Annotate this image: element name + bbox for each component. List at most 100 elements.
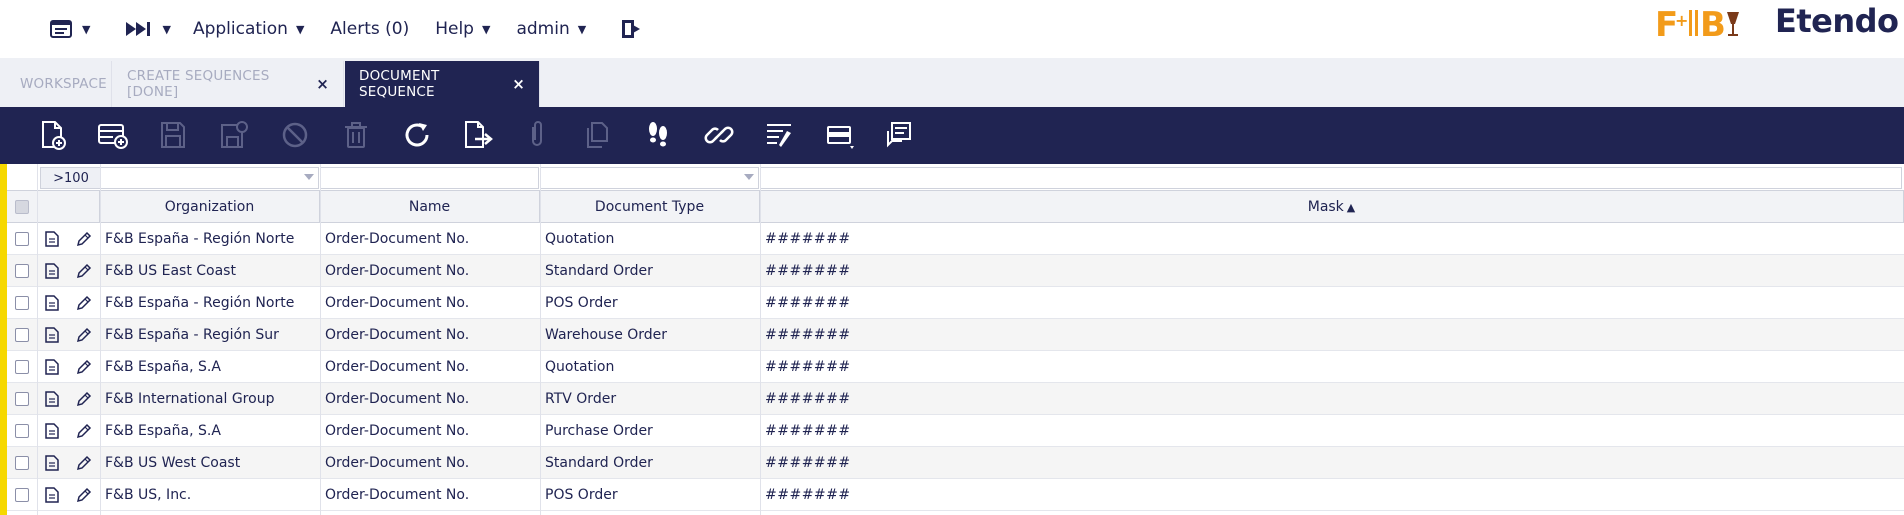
user-menu[interactable]: admin ▼ [516, 0, 586, 58]
link-button[interactable] [701, 117, 737, 153]
export-button[interactable] [459, 117, 495, 153]
column-divider [760, 164, 761, 515]
record-selection-stripe [0, 164, 7, 515]
grid-view-button[interactable] [822, 117, 858, 153]
attachment-button[interactable] [519, 117, 555, 153]
row-checkbox[interactable] [15, 232, 29, 246]
quick-launch-button[interactable]: ▼ [124, 0, 171, 58]
delete-button[interactable] [338, 117, 374, 153]
table-row[interactable]: F&B España, S.A Order-Document No. Quotati… [7, 351, 1904, 383]
tab-workspace[interactable]: WORKSPACE [6, 61, 112, 107]
save-close-button[interactable] [216, 117, 252, 153]
tab-document-sequence[interactable]: DOCUMENT SEQUENCE × [345, 61, 540, 107]
tab-label: CREATE SEQUENCES [DONE] [127, 68, 270, 100]
audit-trail-button[interactable] [640, 117, 676, 153]
cell-name: Order-Document No. [325, 295, 470, 311]
column-divider [100, 164, 101, 515]
column-header-mask[interactable]: Mask ▲ [760, 191, 1904, 223]
refresh-button[interactable] [399, 117, 435, 153]
table-row[interactable]: F&B España - Región Sur Order-Document No… [7, 319, 1904, 351]
document-sequence-grid: >100 Organization Name Document Type Mas… [7, 164, 1904, 515]
edit-row-icon[interactable] [76, 327, 92, 347]
column-header-organization[interactable]: Organization [100, 191, 320, 223]
chevron-down-icon: ▼ [295, 22, 305, 36]
table-row[interactable]: F&B US West Coast Order-Document No. Stand… [7, 447, 1904, 479]
organization-filter[interactable] [100, 167, 319, 189]
document-type-filter[interactable] [540, 167, 759, 189]
cell-organization: F&B US East Coast [105, 263, 236, 279]
fb-logo: F + B [1655, 4, 1745, 44]
cell-organization: F&B España - Región Sur [105, 327, 279, 343]
open-form-icon[interactable] [45, 231, 59, 251]
row-checkbox[interactable] [15, 296, 29, 310]
notes-icon [887, 122, 911, 148]
chevron-down-icon[interactable] [744, 174, 754, 180]
logout-button[interactable] [620, 0, 642, 58]
column-divider [37, 164, 38, 515]
filter-columns-button[interactable] [761, 117, 797, 153]
refresh-icon [405, 123, 429, 147]
edit-row-icon[interactable] [76, 423, 92, 443]
cell-name: Order-Document No. [325, 487, 470, 503]
cell-mask: ####### [765, 359, 851, 375]
open-form-icon[interactable] [45, 295, 59, 315]
application-menu[interactable]: Application ▼ [193, 0, 304, 58]
open-form-icon[interactable] [45, 487, 59, 507]
edit-row-icon[interactable] [76, 455, 92, 475]
open-form-icon[interactable] [45, 423, 59, 443]
edit-row-icon[interactable] [76, 231, 92, 251]
save-button[interactable] [155, 117, 191, 153]
chevron-down-icon: ▼ [577, 22, 587, 36]
table-row[interactable]: F&B España - Región Norte Order-Document … [7, 287, 1904, 319]
cell-document-type: Standard Order [545, 263, 653, 279]
save-close-icon [221, 121, 248, 148]
select-all-checkbox[interactable] [15, 200, 29, 214]
toolbar [0, 107, 1904, 164]
save-icon [161, 122, 185, 148]
top-navigation: ▼ ▼ Application ▼ Alerts (0) Help ▼ admi… [50, 0, 668, 58]
alerts-link[interactable]: Alerts (0) [330, 0, 409, 58]
row-checkbox[interactable] [15, 328, 29, 342]
new-row-button[interactable] [95, 117, 131, 153]
row-checkbox[interactable] [15, 392, 29, 406]
cell-mask: ####### [765, 295, 851, 311]
edit-row-icon[interactable] [76, 295, 92, 315]
clone-button[interactable] [580, 117, 616, 153]
edit-row-icon[interactable] [76, 391, 92, 411]
cell-mask: ####### [765, 263, 851, 279]
column-header-document-type[interactable]: Document Type [540, 191, 760, 223]
help-menu[interactable]: Help ▼ [435, 0, 490, 58]
edit-row-icon[interactable] [76, 487, 92, 507]
menu-button[interactable]: ▼ [50, 0, 90, 58]
edit-row-icon[interactable] [76, 263, 92, 283]
table-row[interactable]: F&B España, S.A Order-Document No. Purchas… [7, 415, 1904, 447]
notes-button[interactable] [882, 117, 918, 153]
close-icon[interactable]: × [512, 75, 525, 93]
open-form-icon[interactable] [45, 359, 59, 379]
chevron-down-icon[interactable] [304, 174, 314, 180]
row-checkbox[interactable] [15, 488, 29, 502]
open-form-icon[interactable] [45, 391, 59, 411]
clone-icon [587, 122, 608, 148]
table-row[interactable]: F&B International Group Order-Document No… [7, 383, 1904, 415]
open-form-icon[interactable] [45, 327, 59, 347]
column-header-name[interactable]: Name [320, 191, 540, 223]
table-row[interactable]: F&B US East Coast Order-Document No. Stand… [7, 255, 1904, 287]
table-row[interactable]: F&B España - Región Norte Order-Document … [7, 223, 1904, 255]
row-checkbox[interactable] [15, 456, 29, 470]
user-menu-label: admin [516, 19, 570, 39]
cancel-button[interactable] [277, 117, 313, 153]
name-filter[interactable] [320, 167, 539, 189]
open-form-icon[interactable] [45, 263, 59, 283]
table-row[interactable]: F&B US, Inc. Order-Document No. POS Order #… [7, 479, 1904, 511]
open-form-icon[interactable] [45, 455, 59, 475]
row-checkbox[interactable] [15, 264, 29, 278]
row-checkbox[interactable] [15, 424, 29, 438]
new-document-button[interactable] [35, 117, 71, 153]
edit-row-icon[interactable] [76, 359, 92, 379]
row-checkbox[interactable] [15, 360, 29, 374]
tab-create-sequences[interactable]: CREATE SEQUENCES [DONE] × [113, 61, 344, 107]
mask-filter[interactable] [760, 167, 1902, 189]
cell-mask: ####### [765, 391, 851, 407]
close-icon[interactable]: × [316, 75, 329, 93]
